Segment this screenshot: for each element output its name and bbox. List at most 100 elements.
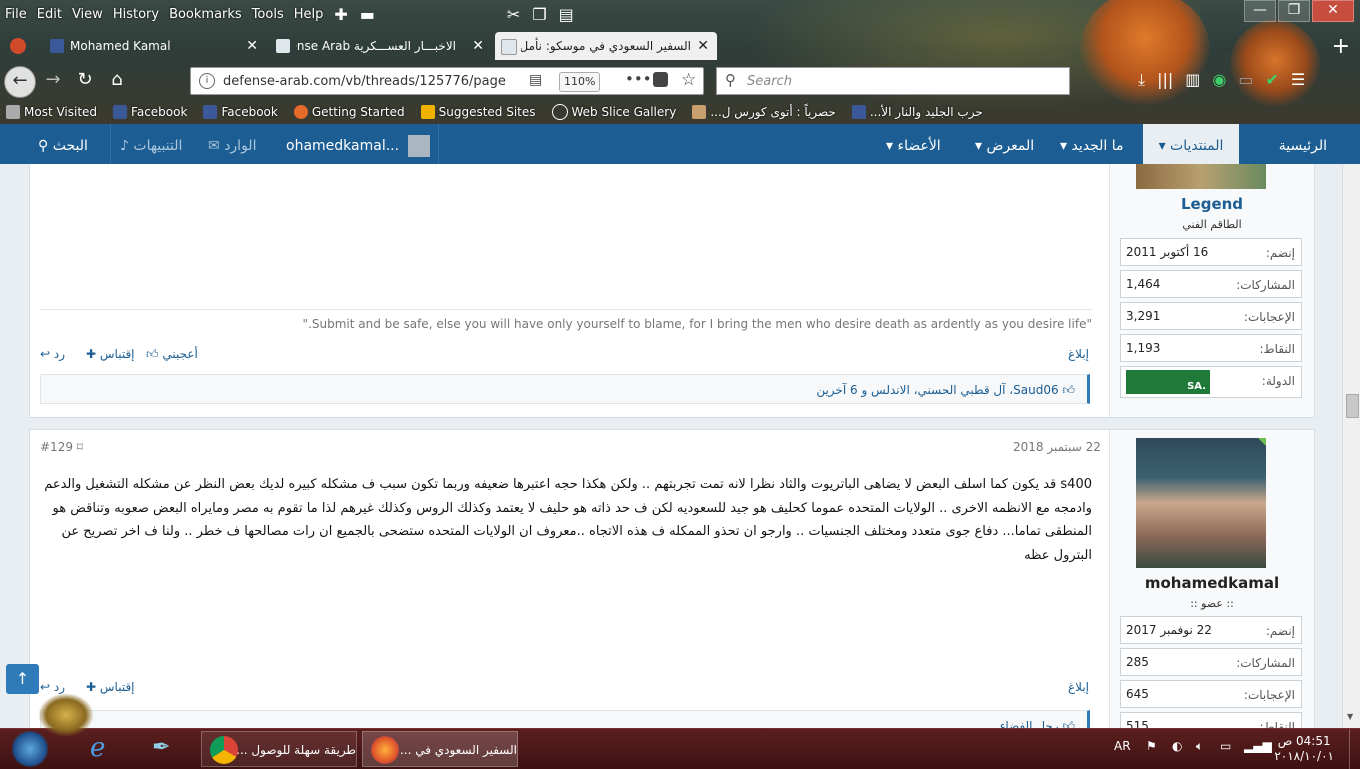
volume-icon[interactable]: 🔈︎ [1196,739,1203,754]
hamburger-menu-icon[interactable]: ☰ [1291,70,1305,90]
menu-view[interactable]: View [67,7,108,22]
internet-explorer-icon[interactable]: e [90,733,105,763]
likes-summary: 👍︎ رجل الفضاء [40,710,1090,728]
nav-members[interactable]: الأعضاء ▾ [886,124,941,164]
reply-button[interactable]: رد ↩ [40,347,65,361]
bookmark-ice-fire[interactable]: حرب الجليد والنار الأ... [846,105,983,119]
menu-history[interactable]: History [108,7,164,22]
display-icon[interactable]: ▭ [1220,739,1231,753]
menu-help[interactable]: Help [289,7,329,22]
like-button[interactable]: أعجبني 👍︎ [146,347,198,362]
close-tab-icon[interactable]: ✕ [246,32,258,60]
nav-user[interactable]: ohamedkamal... [286,124,430,164]
nav-search[interactable]: البحث ⚲ [38,124,88,164]
nav-alerts[interactable]: التنبيهات ♪ [120,124,182,164]
signal-icon[interactable]: ▂▄▆ [1244,739,1272,753]
minimize-icon[interactable]: — [1244,0,1276,22]
menu-bookmarks[interactable]: Bookmarks [164,7,247,22]
report-link[interactable]: إبلاغ [1068,347,1089,361]
user-avatar[interactable] [1136,164,1266,189]
user-avatar[interactable] [1136,438,1266,568]
download-icon[interactable]: ⤓ [1138,70,1145,90]
forward-icon[interactable]: → [38,66,68,96]
nav-forums[interactable]: المنتديات ▾ [1143,124,1239,164]
page-scrollbar[interactable]: ▼ [1342,164,1360,728]
bookmark-star-icon[interactable]: ☆ [681,70,696,90]
bookmark-getting-started[interactable]: Getting Started [288,105,405,119]
bookmark-most-visited[interactable]: Most Visited [0,105,97,119]
menu-bar: File Edit View History Bookmarks Tools H… [0,0,1360,28]
restore-icon[interactable]: ❐ [1278,0,1310,22]
reply-button[interactable]: رد ↩ [40,680,65,694]
search-input[interactable]: Search [747,74,792,89]
scrollbar-thumb[interactable] [1346,394,1359,418]
tab-saudi-ambassador[interactable]: السفير السعودي في موسكو: نأمل بأ ✕ [495,32,717,60]
stat-points: النقاط: 515 [1120,712,1302,728]
pocket-icon[interactable] [653,72,668,87]
bookmark-icon[interactable]: ⌑ [77,440,83,454]
taskbar-chrome-window[interactable]: طريقة سهلة للوصول ... [201,731,357,767]
user-title[interactable]: Legend [1110,195,1314,213]
hat-icon[interactable]: ▬ [360,5,375,24]
nav-inbox[interactable]: الوارد ✉ [208,124,256,164]
bookmark-facebook-1[interactable]: Facebook [107,105,187,119]
tab-mohamed-kamal[interactable]: Mohamed Kamal ✕ [44,32,266,60]
action-center-icon[interactable]: ⚑ [1146,739,1157,753]
bookmark-course[interactable]: حصرياً : أتوى كورس ل... [686,105,836,119]
reload-icon[interactable]: ↻ [70,66,100,96]
url-bar[interactable]: i defense-arab.com/vb/threads/125776/pag… [190,67,704,95]
system-clock[interactable]: 04:51 ص ٢٠١٨/١٠/٠١ [1274,734,1334,764]
menu-tools[interactable]: Tools [247,7,289,22]
quote-button[interactable]: إقتباس ✚ [86,680,135,694]
zoom-level[interactable]: 110% [559,72,601,92]
copy-icon[interactable]: ❐ [532,5,546,24]
tab-defense-arab[interactable]: الاخبـــار العســـكرية Defense Arab ✕ [270,32,492,60]
nav-whats-new[interactable]: ما الجديد ▾ [1060,124,1124,164]
show-desktop-button[interactable] [1349,729,1360,769]
scroll-down-icon[interactable]: ▼ [1347,712,1353,721]
feather-app-icon[interactable]: ✒ [152,735,170,760]
user-title: :: عضو :: [1190,597,1234,610]
bookmark-facebook-2[interactable]: Facebook [197,105,278,119]
nav-home[interactable]: الرئيسية [1279,124,1327,164]
username[interactable]: mohamedkamal [1110,574,1314,592]
home-icon[interactable]: ⌂ [102,66,132,96]
close-tab-icon[interactable]: ✕ [697,32,709,60]
bookmark-web-slice-gallery[interactable]: Web Slice Gallery [546,104,676,120]
library-icon[interactable]: ||| [1157,70,1173,90]
shield-check-icon[interactable]: ✔ [1265,70,1278,90]
nav-media[interactable]: المعرض ▾ [975,124,1034,164]
post-date[interactable]: 22 سبتمبر 2018 [1013,440,1101,454]
whatsapp-icon[interactable]: ◉ [1212,70,1226,90]
language-indicator[interactable]: AR [1114,739,1131,753]
puzzle-icon[interactable]: ✚ [334,5,347,24]
post-number[interactable]: #129 ⌑ [40,440,83,454]
info-icon[interactable]: i [199,73,215,89]
sidebar-icon[interactable]: ▥ [1185,70,1200,90]
quote-button[interactable]: إقتباس ✚ [86,347,135,361]
menu-edit[interactable]: Edit [32,7,67,22]
likes-list[interactable]: 👍︎ رجل الفضاء [1000,719,1075,728]
paste-icon[interactable]: ▤ [559,5,574,24]
menu-file[interactable]: File [0,7,32,22]
taskbar-firefox-window[interactable]: السفير السعودي في ... [362,731,518,767]
stat-posts: المشاركات: 1,464 [1120,270,1302,298]
firefox-icon[interactable] [10,38,26,54]
close-window-icon[interactable]: ✕ [1312,0,1354,22]
extension-icon[interactable]: ▭ [1238,70,1253,90]
back-icon[interactable]: ← [4,66,36,98]
bookmark-suggested-sites[interactable]: Suggested Sites [415,105,536,119]
report-link[interactable]: إبلاغ [1068,680,1089,694]
page-actions-icon[interactable]: ••• [625,70,652,88]
network-app-icon[interactable]: ◐ [1172,739,1182,753]
new-tab-icon[interactable]: + [1332,34,1350,59]
url-text[interactable]: defense-arab.com/vb/threads/125776/page [223,74,506,89]
back-to-top-button[interactable]: ↑ [6,664,39,694]
cut-icon[interactable]: ✂ [507,5,520,24]
reader-view-icon[interactable]: ▤ [529,72,542,88]
likes-list[interactable]: 👍︎ Saud06، آل قطبي الحسني، الاندلس و 6 آ… [816,383,1075,398]
close-tab-icon[interactable]: ✕ [472,32,484,60]
user-subtitle: الطاقم الفني [1182,218,1242,231]
search-bar[interactable]: ⚲ Search [716,67,1070,95]
chevron-down-icon: ▾ [1060,138,1068,154]
